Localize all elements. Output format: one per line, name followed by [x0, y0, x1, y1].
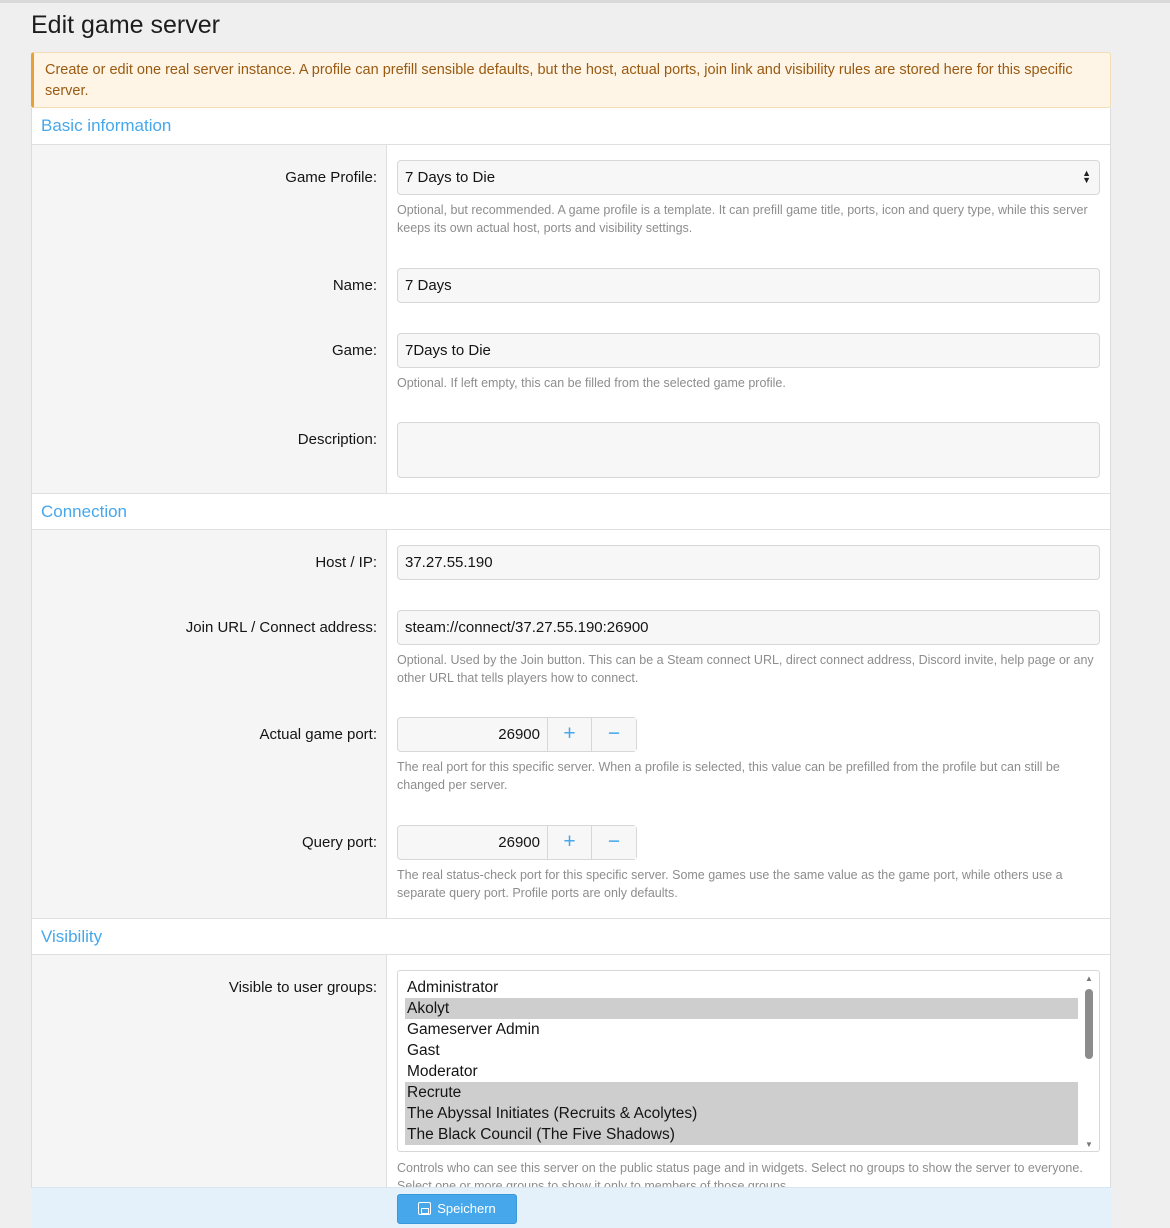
section-visibility-heading: Visibility: [32, 918, 1110, 955]
query-port-decrement-button[interactable]: −: [592, 826, 636, 859]
save-button-label: Speichern: [437, 1201, 496, 1216]
listbox-scrollbar[interactable]: ▲ ▼: [1080, 972, 1098, 1150]
game-port-decrement-button[interactable]: −: [592, 718, 636, 751]
save-button[interactable]: Speichern: [397, 1194, 517, 1224]
user-group-option[interactable]: Gameserver Admin: [405, 1019, 1078, 1040]
section-basic-heading: Basic information: [32, 108, 1110, 145]
form-footer: Speichern: [31, 1187, 1111, 1228]
query-port-stepper[interactable]: 26900 + −: [397, 825, 637, 860]
game-port-hint: The real port for this specific server. …: [397, 760, 1060, 792]
query-port-hint: The real status-check port for this spec…: [397, 868, 1063, 900]
game-port-stepper[interactable]: 26900 + −: [397, 717, 637, 752]
section-connection-heading: Connection: [32, 493, 1110, 530]
scroll-down-icon[interactable]: ▼: [1085, 1140, 1093, 1149]
game-port-value[interactable]: 26900: [398, 718, 548, 751]
game-port-increment-button[interactable]: +: [548, 718, 592, 751]
game-port-label: Actual game port:: [259, 726, 377, 743]
query-port-increment-button[interactable]: +: [548, 826, 592, 859]
name-input[interactable]: 7 Days: [397, 268, 1100, 303]
info-notice: Create or edit one real server instance.…: [31, 52, 1111, 108]
select-arrows-icon: ▲ ▼: [1082, 168, 1091, 185]
query-port-label: Query port:: [301, 834, 377, 851]
user-groups-listbox[interactable]: Administrator Akolyt Gameserver Admin Gast M…: [397, 970, 1100, 1152]
form-block: Basic information Game Profile: 7 Days t…: [31, 108, 1111, 1228]
top-border: [0, 0, 1170, 3]
query-port-value[interactable]: 26900: [398, 826, 548, 859]
game-label: Game:: [331, 342, 377, 359]
user-group-option[interactable]: The Black Council (The Five Shadows): [405, 1124, 1078, 1145]
scroll-up-icon[interactable]: ▲: [1085, 974, 1093, 983]
save-icon: [418, 1202, 432, 1215]
game-profile-label: Game Profile:: [285, 169, 377, 186]
game-input[interactable]: 7Days to Die: [397, 333, 1100, 368]
user-group-option[interactable]: Gast: [405, 1040, 1078, 1061]
user-group-option[interactable]: Administrator: [405, 977, 1078, 998]
join-url-label: Join URL / Connect address:: [185, 619, 377, 636]
game-profile-hint: Optional, but recommended. A game profil…: [397, 203, 1088, 235]
user-groups-label: Visible to user groups:: [228, 979, 377, 996]
description-textarea[interactable]: [397, 422, 1100, 478]
description-label: Description:: [297, 431, 377, 448]
join-url-hint: Optional. Used by the Join button. This …: [397, 653, 1094, 685]
game-profile-value: 7 Days to Die: [405, 169, 496, 186]
page-title: Edit game server: [31, 11, 220, 39]
user-group-option[interactable]: Akolyt: [405, 998, 1078, 1019]
user-group-option[interactable]: Recrute: [405, 1082, 1078, 1103]
name-label: Name:: [332, 277, 377, 294]
user-group-option[interactable]: Moderator: [405, 1061, 1078, 1082]
user-group-option[interactable]: The Abyssal Initiates (Recruits & Acolyt…: [405, 1103, 1078, 1124]
join-url-input[interactable]: steam://connect/37.27.55.190:26900: [397, 610, 1100, 645]
scrollbar-thumb[interactable]: [1085, 989, 1093, 1059]
game-hint: Optional. If left empty, this can be fil…: [397, 376, 786, 390]
host-input[interactable]: 37.27.55.190: [397, 545, 1100, 580]
basic-rows: Game Profile: 7 Days to Die ▲ ▼ Optional,…: [32, 145, 1110, 493]
connection-rows: Host / IP: 37.27.55.190 Join URL / Conne…: [32, 530, 1110, 918]
host-label: Host / IP:: [315, 554, 377, 571]
game-profile-select[interactable]: 7 Days to Die ▲ ▼: [397, 160, 1100, 195]
